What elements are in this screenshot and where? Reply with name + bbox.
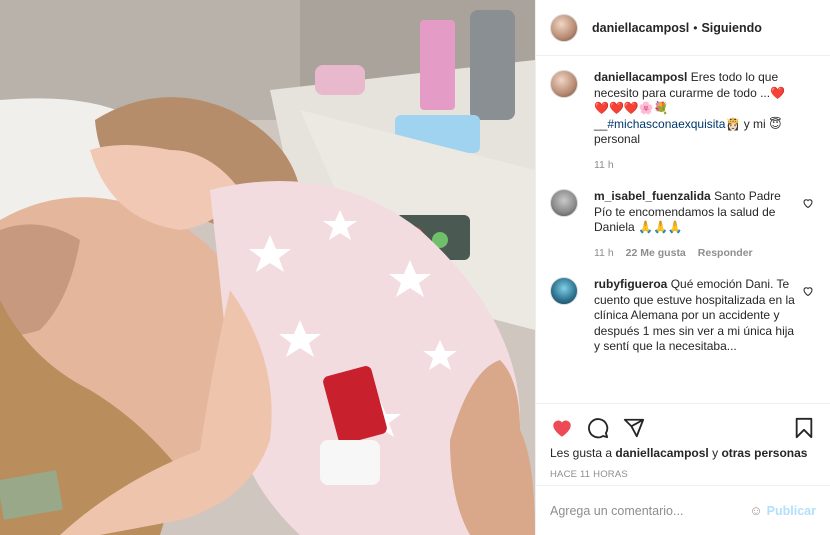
share-send-icon[interactable] (622, 416, 646, 440)
author-username[interactable]: daniellacamposl (592, 21, 689, 35)
likes-summary: Les gusta a daniellacamposl y otras pers… (550, 446, 816, 460)
action-icons (550, 410, 816, 446)
comment-item: m_isabel_fuenzalida Santo Padre Pío te e… (550, 189, 816, 261)
post-photo-illustration (0, 0, 535, 535)
comment-composer: Agrega un comentario... ☺ Publicar (536, 485, 830, 535)
separator-dot: • (693, 20, 698, 35)
post-photo[interactable] (0, 0, 535, 535)
comment-body: m_isabel_fuenzalida Santo Padre Pío te e… (594, 189, 816, 261)
caption-text-3: personal (594, 132, 641, 146)
instagram-post: daniellacamposl • Siguiendo daniellacamp… (0, 0, 830, 535)
comment-meta: 11 h 22 Me gusta Responder (594, 246, 798, 262)
bookmark-icon[interactable] (792, 416, 816, 440)
comment-input[interactable]: Agrega un comentario... (550, 504, 749, 518)
caption-time[interactable]: 11 h (594, 158, 614, 174)
commenter-avatar[interactable] (550, 189, 578, 217)
caption-princess-emoji: 👸🏻 (725, 116, 741, 131)
reply-button[interactable]: Responder (698, 246, 753, 262)
commenter-avatar[interactable] (550, 277, 578, 305)
comment-item: rubyfigueroa Qué emoción Dani. Te cuento… (550, 277, 816, 355)
liked-heart-icon[interactable] (550, 416, 574, 440)
likes-prefix: Les gusta a (550, 446, 616, 460)
hashtag-link[interactable]: #michasconaexquisita (607, 117, 725, 131)
post-header: daniellacamposl • Siguiendo (536, 0, 830, 56)
caption-author-avatar[interactable] (550, 70, 578, 98)
caption-comment: daniellacamposl Eres todo lo que necesit… (550, 70, 816, 173)
comment-username[interactable]: rubyfigueroa (594, 277, 667, 291)
comment-like-heart-icon[interactable] (802, 285, 814, 297)
comment-username[interactable]: m_isabel_fuenzalida (594, 189, 711, 203)
comments-list[interactable]: daniellacamposl Eres todo lo que necesit… (536, 56, 830, 403)
following-button[interactable]: Siguiendo (701, 21, 761, 35)
likes-user-link[interactable]: daniellacamposl (615, 446, 708, 460)
caption-body: daniellacamposl Eres todo lo que necesit… (594, 70, 816, 173)
post-timestamp[interactable]: HACE 11 HORAS (550, 469, 816, 480)
post-actions: Les gusta a daniellacamposl y otras pers… (536, 403, 830, 485)
comment-like-heart-icon[interactable] (802, 197, 814, 209)
author-avatar[interactable] (550, 13, 578, 42)
comment-bubble-icon[interactable] (586, 416, 610, 440)
publish-button[interactable]: Publicar (767, 504, 816, 518)
post-sidebar: daniellacamposl • Siguiendo daniellacamp… (535, 0, 830, 535)
caption-meta: 11 h (594, 158, 798, 174)
caption-heart-emoji: ❤️ (770, 85, 786, 100)
likes-middle: y (708, 446, 722, 460)
caption-emojis: ❤️❤️❤️🌸💐 (594, 101, 669, 115)
emoji-icon[interactable]: ☺ (749, 503, 762, 518)
comment-time[interactable]: 11 h (594, 246, 614, 262)
caption-underscores: __ (594, 116, 608, 131)
caption-username[interactable]: daniellacamposl (594, 70, 687, 84)
caption-text-2: y mi (740, 116, 770, 131)
likes-others-link[interactable]: otras personas (721, 446, 807, 460)
comment-likes[interactable]: 22 Me gusta (626, 246, 686, 262)
comment-body: rubyfigueroa Qué emoción Dani. Te cuento… (594, 277, 816, 355)
caption-angel-emoji: 😇 (769, 116, 782, 131)
